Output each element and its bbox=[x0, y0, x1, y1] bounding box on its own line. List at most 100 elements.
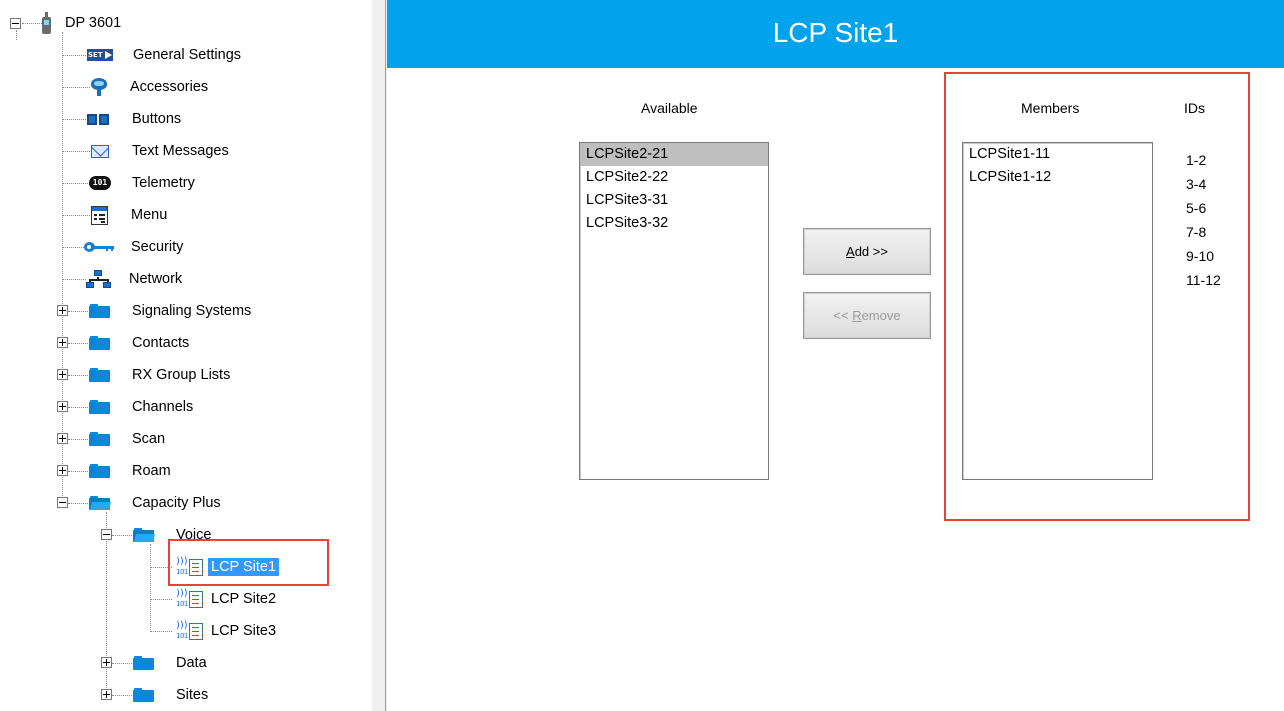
tree-item-lcp-site1[interactable]: ))) 101 LCP Site1 bbox=[176, 556, 280, 578]
tree-item-channels[interactable]: Channels bbox=[89, 396, 196, 418]
tree-item-label: Signaling Systems bbox=[132, 303, 252, 319]
expand-toggle[interactable] bbox=[101, 689, 112, 700]
radio-device-icon bbox=[42, 12, 52, 34]
tree-item-buttons[interactable]: Buttons bbox=[87, 108, 184, 130]
tree-item-menu[interactable]: Menu bbox=[91, 204, 170, 226]
tree-item-text-messages[interactable]: Text Messages bbox=[91, 140, 232, 162]
collapse-toggle[interactable] bbox=[10, 18, 21, 29]
tree-item-label: Menu bbox=[131, 207, 168, 223]
site-document-icon bbox=[189, 590, 203, 608]
tree-item-roam[interactable]: Roam bbox=[89, 460, 174, 482]
id-range: 7-8 bbox=[1186, 224, 1207, 240]
tree-connector bbox=[112, 535, 132, 536]
add-button-label: dd >> bbox=[854, 244, 888, 259]
folder-open-icon bbox=[89, 496, 111, 510]
expand-toggle[interactable] bbox=[57, 433, 68, 444]
tree-item-contacts[interactable]: Contacts bbox=[89, 332, 192, 354]
tree-item-voice[interactable]: Voice bbox=[133, 524, 214, 546]
tree-item-accessories[interactable]: Accessories bbox=[91, 76, 211, 98]
tree-connector bbox=[68, 439, 88, 440]
tree-item-label: RX Group Lists bbox=[132, 367, 231, 383]
collapse-toggle[interactable] bbox=[57, 497, 68, 508]
tree-item-signaling-systems[interactable]: Signaling Systems bbox=[89, 300, 254, 322]
tree-connector bbox=[62, 55, 86, 56]
remove-button-prefix: << bbox=[833, 308, 853, 323]
tree-item-rx-group-lists[interactable]: RX Group Lists bbox=[89, 364, 233, 386]
pane-splitter[interactable] bbox=[372, 0, 387, 711]
tree-connector bbox=[62, 215, 90, 216]
tree-connector bbox=[150, 544, 151, 630]
tree-connector bbox=[62, 279, 86, 280]
tree-item-lcp-site3[interactable]: ))) 101 LCP Site3 bbox=[176, 620, 279, 642]
accessory-icon bbox=[91, 78, 107, 96]
id-range: 5-6 bbox=[1186, 200, 1207, 216]
list-item[interactable]: LCPSite1-11 bbox=[963, 143, 1152, 166]
id-range: 3-4 bbox=[1186, 176, 1207, 192]
expand-toggle[interactable] bbox=[57, 305, 68, 316]
tree-connector bbox=[62, 119, 86, 120]
add-button[interactable]: Add >> bbox=[803, 228, 931, 275]
expand-toggle[interactable] bbox=[57, 337, 68, 348]
members-header: Members bbox=[1021, 100, 1080, 116]
tree-connector bbox=[62, 183, 88, 184]
folder-icon bbox=[89, 432, 110, 446]
tree-item-network[interactable]: Network bbox=[86, 268, 185, 290]
tree-item-label: Scan bbox=[132, 431, 166, 447]
tree-item-label: Capacity Plus bbox=[132, 495, 221, 511]
tree-connector bbox=[68, 343, 88, 344]
tree-item-label: Buttons bbox=[132, 111, 182, 127]
folder-icon bbox=[89, 304, 110, 318]
tree-item-label: Sites bbox=[176, 687, 209, 703]
tree-item-label: Contacts bbox=[132, 335, 190, 351]
tree-item-general-settings[interactable]: SET General Settings bbox=[87, 44, 244, 66]
list-item[interactable]: LCPSite3-31 bbox=[580, 189, 768, 212]
available-list[interactable]: LCPSite2-21 LCPSite2-22 LCPSite3-31 LCPS… bbox=[579, 142, 769, 480]
tree-item-capacity-plus[interactable]: Capacity Plus bbox=[89, 492, 224, 514]
remove-button[interactable]: << Remove bbox=[803, 292, 931, 339]
folder-icon bbox=[133, 688, 154, 702]
tree-item-telemetry[interactable]: 101 Telemetry bbox=[89, 172, 198, 194]
navigation-tree: DP 3601 SET General Settings Accessories… bbox=[0, 0, 372, 711]
tree-item-label: Channels bbox=[132, 399, 194, 415]
tree-connector bbox=[22, 23, 42, 24]
tree-item-label: Security bbox=[131, 239, 184, 255]
tree-item-security[interactable]: Security bbox=[84, 236, 186, 258]
folder-icon bbox=[89, 400, 110, 414]
tree-item-dp-3601[interactable]: DP 3601 bbox=[42, 12, 124, 34]
collapse-toggle[interactable] bbox=[101, 529, 112, 540]
members-list[interactable]: LCPSite1-11 LCPSite1-12 bbox=[962, 142, 1153, 480]
list-item[interactable]: LCPSite2-21 bbox=[580, 143, 768, 166]
expand-toggle[interactable] bbox=[57, 369, 68, 380]
tree-item-label: DP 3601 bbox=[65, 15, 122, 31]
folder-icon bbox=[89, 368, 110, 382]
tree-item-label: Text Messages bbox=[132, 143, 229, 159]
expand-toggle[interactable] bbox=[57, 465, 68, 476]
ids-header: IDs bbox=[1184, 100, 1205, 116]
tree-connector bbox=[150, 599, 172, 600]
tree-item-label: LCP Site1 bbox=[208, 558, 280, 576]
buttons-icon bbox=[87, 113, 109, 125]
key-icon bbox=[84, 242, 114, 252]
tree-item-lcp-site2[interactable]: ))) 101 LCP Site2 bbox=[176, 588, 279, 610]
tree-item-scan[interactable]: Scan bbox=[89, 428, 168, 450]
ids-list: 1-2 3-4 5-6 7-8 9-10 11-12 bbox=[1186, 148, 1221, 292]
list-item[interactable]: LCPSite3-32 bbox=[580, 212, 768, 235]
tree-connector bbox=[68, 471, 88, 472]
tree-item-sites[interactable]: Sites bbox=[133, 684, 211, 706]
tree-connector bbox=[68, 407, 88, 408]
expand-toggle[interactable] bbox=[101, 657, 112, 668]
tree-item-data[interactable]: Data bbox=[133, 652, 210, 674]
tree-connector bbox=[62, 87, 90, 88]
add-button-accel: A bbox=[846, 244, 855, 259]
settings-badge-text: SET bbox=[88, 51, 103, 59]
tree-connector bbox=[62, 247, 84, 248]
list-item[interactable]: LCPSite1-12 bbox=[963, 166, 1152, 189]
page-title: LCP Site1 bbox=[387, 0, 1284, 68]
list-item[interactable]: LCPSite2-22 bbox=[580, 166, 768, 189]
folder-open-icon bbox=[133, 528, 155, 542]
id-range: 11-12 bbox=[1186, 272, 1221, 288]
tree-connector bbox=[68, 503, 88, 504]
tree-item-label: LCP Site2 bbox=[211, 591, 277, 607]
expand-toggle[interactable] bbox=[57, 401, 68, 412]
site-editor-panel: LCP Site1 Available Members IDs LCPSite2… bbox=[387, 0, 1284, 711]
